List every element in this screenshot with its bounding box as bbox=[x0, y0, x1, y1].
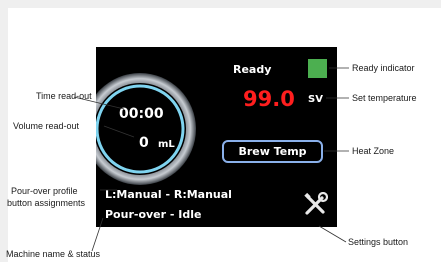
label-time-readout: Time read-out bbox=[36, 91, 92, 101]
heat-zone-button-label: Brew Temp bbox=[238, 145, 307, 158]
label-set-temperature: Set temperature bbox=[352, 93, 417, 103]
label-pour-profile-1: Pour-over profile bbox=[11, 186, 78, 196]
ready-indicator bbox=[308, 59, 327, 78]
pour-profile-assignments[interactable]: L:Manual - R:Manual bbox=[105, 188, 232, 201]
set-temperature-value[interactable]: 99.0 bbox=[243, 87, 295, 111]
label-pour-profile-2: button assignments bbox=[7, 198, 86, 208]
label-machine-name: Machine name & status bbox=[6, 249, 101, 259]
label-settings-button: Settings button bbox=[348, 237, 409, 247]
machine-status: Pour-over - Idle bbox=[105, 208, 202, 221]
wrench-screwdriver-icon bbox=[304, 191, 329, 215]
volume-readout: 0 bbox=[139, 135, 149, 151]
device-screen: 00:00 0 mL Ready 99.0 SV Brew Temp L:Man… bbox=[96, 47, 337, 227]
label-ready-indicator: Ready indicator bbox=[352, 63, 415, 73]
volume-unit: mL bbox=[158, 139, 175, 150]
temperature-unit: SV bbox=[308, 94, 323, 105]
label-volume-readout: Volume read-out bbox=[13, 121, 80, 131]
label-heat-zone: Heat Zone bbox=[352, 146, 395, 156]
time-readout: 00:00 bbox=[119, 106, 164, 122]
heat-zone-button[interactable]: Brew Temp bbox=[222, 140, 323, 163]
status-text: Ready bbox=[233, 63, 272, 76]
settings-button[interactable] bbox=[302, 191, 329, 218]
